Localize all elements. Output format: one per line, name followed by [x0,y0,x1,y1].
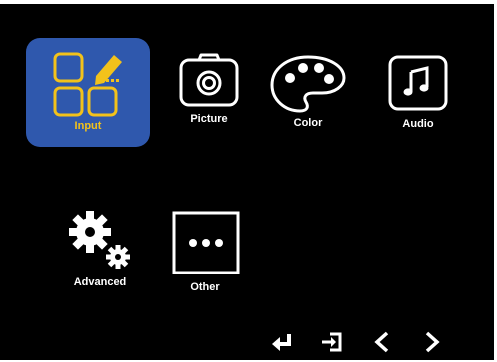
more-icon [172,211,240,274]
enter-button[interactable] [266,327,298,357]
menu-item-other-label: Other [190,281,220,293]
exit-icon [322,332,342,352]
input-edit-icon [53,52,122,117]
exit-button[interactable] [316,327,348,357]
menu-item-picture-label: Picture [190,113,228,125]
screen-edge-top [0,0,497,4]
osd-menu-screen: Input Picture Color Audio Advanced Other [0,0,497,362]
menu-item-color[interactable]: Color [268,54,348,129]
menu-item-advanced[interactable]: Advanced [62,210,138,288]
gears-icon [69,211,130,269]
camera-icon [179,53,239,107]
menu-item-audio[interactable]: Audio [380,54,456,130]
menu-item-input-label: Input [74,120,102,132]
menu-item-audio-label: Audio [402,118,434,130]
music-note-icon [388,55,448,111]
palette-icon [270,55,346,113]
chevron-right-icon [425,331,440,353]
menu-item-other[interactable]: Other [166,210,244,293]
menu-item-input[interactable]: Input [26,38,150,147]
right-button[interactable] [416,327,448,357]
chevron-left-icon [374,331,389,353]
left-button[interactable] [366,327,398,357]
menu-item-color-label: Color [293,117,323,129]
enter-icon [272,334,291,351]
nav-bar [266,327,456,359]
menu-item-advanced-label: Advanced [73,276,127,288]
menu-item-picture[interactable]: Picture [170,52,248,125]
